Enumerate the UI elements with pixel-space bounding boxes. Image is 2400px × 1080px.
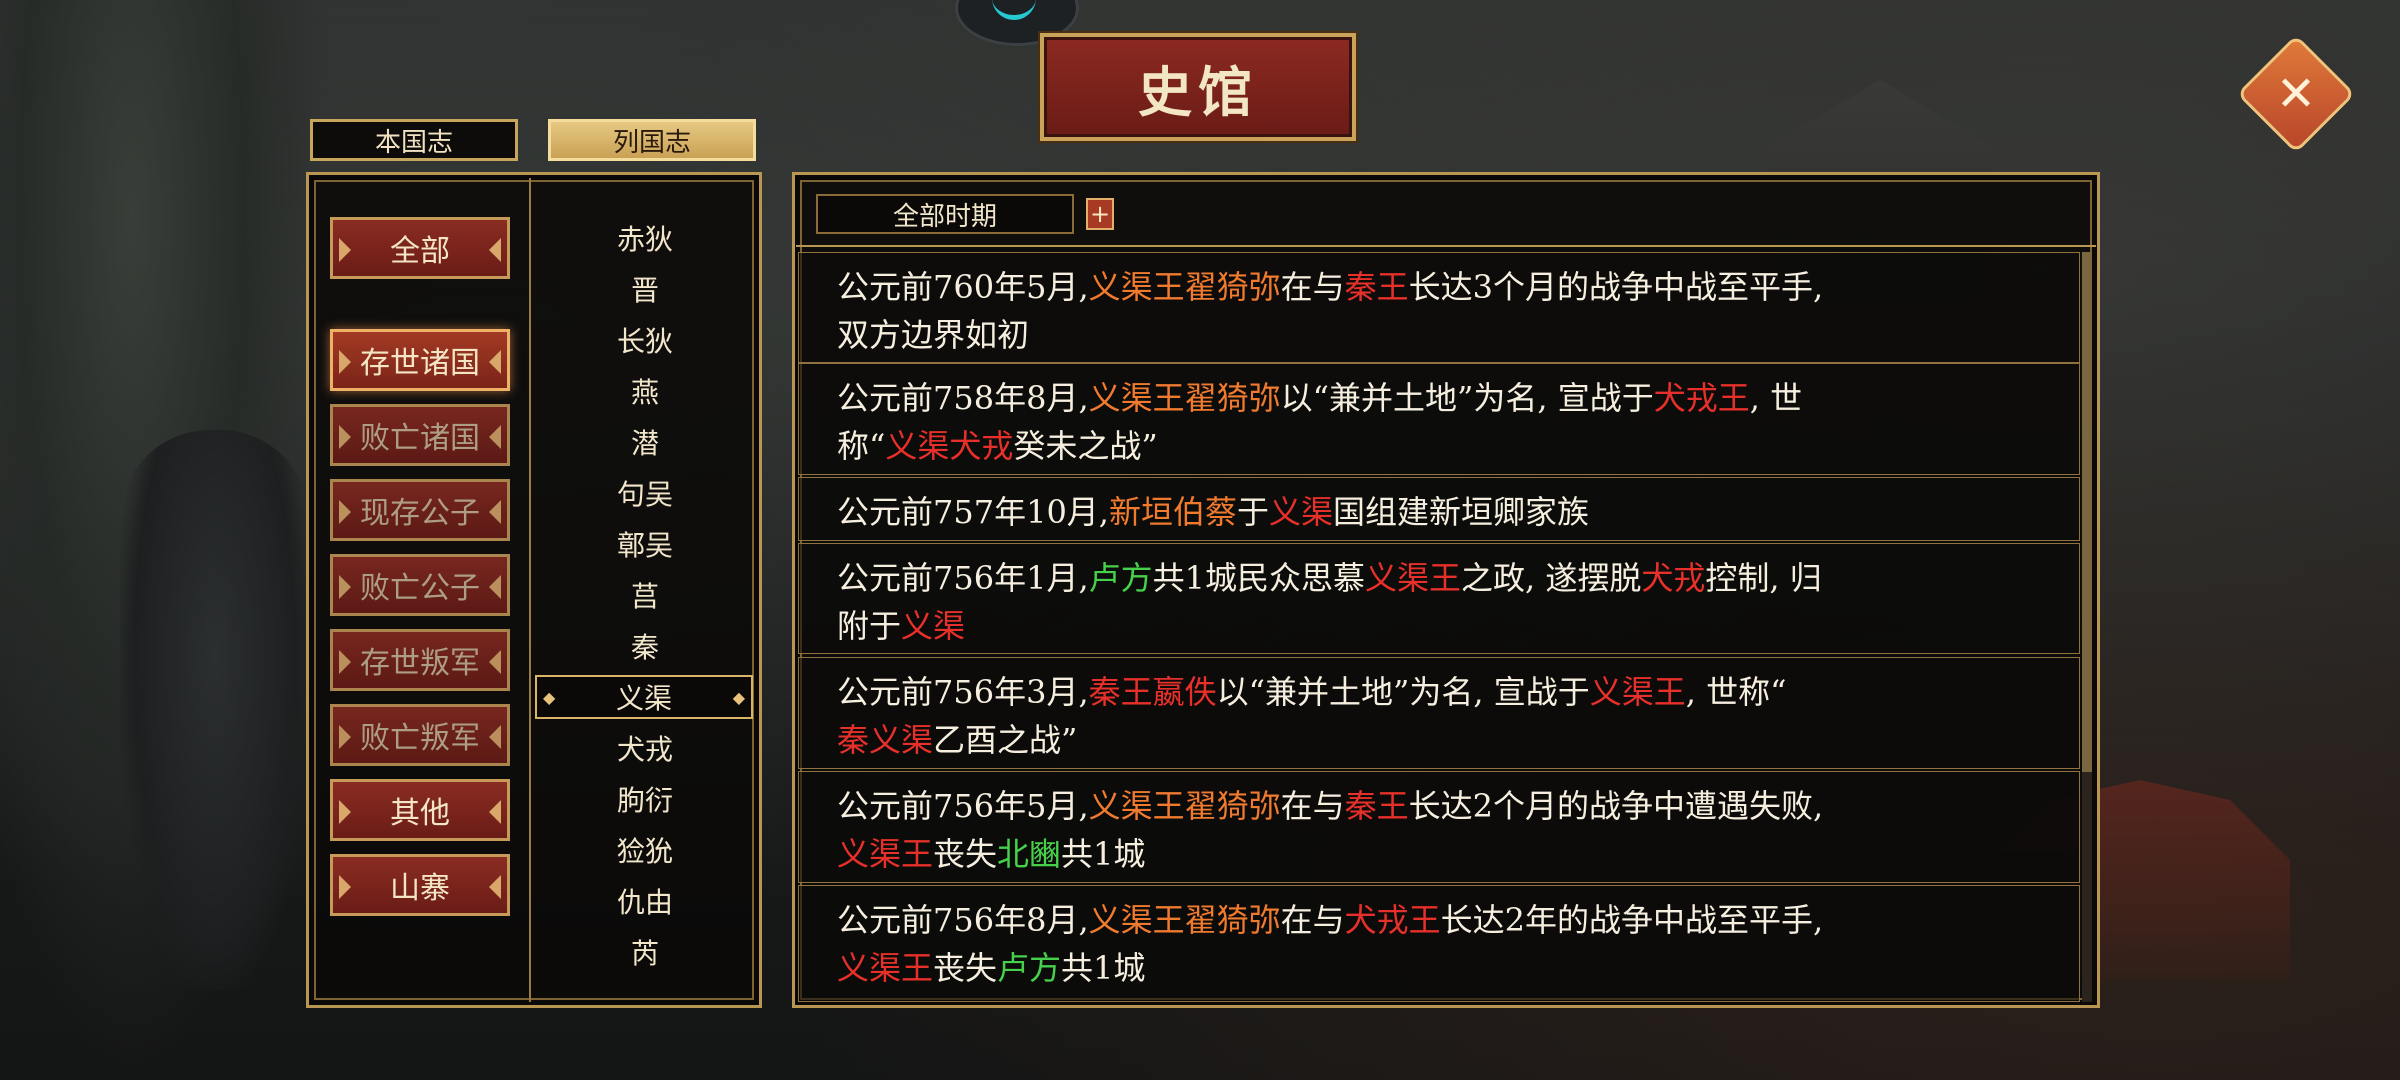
entry-text: 长达2年的战争中战至平手,: [1440, 901, 1824, 939]
country-list-item[interactable]: 义渠: [535, 675, 753, 719]
country-list-item[interactable]: 长狄: [536, 318, 754, 362]
country-list-item[interactable]: 芮: [536, 930, 754, 974]
entry-highlight[interactable]: 秦义渠: [837, 721, 933, 759]
entry-text: 国组建新垣卿家族: [1333, 493, 1590, 531]
entry-highlight[interactable]: 卢方: [997, 949, 1061, 987]
country-list-item[interactable]: 犬戎: [536, 726, 754, 770]
entry-text: 丧失: [933, 949, 998, 987]
entry-highlight[interactable]: 卢方: [1089, 559, 1153, 597]
history-entry: 公元前756年8月,义渠王翟猗弥在与犬戎王长达2年的战争中战至平手, 义渠王丧失卢…: [798, 885, 2080, 1002]
category-button[interactable]: 存世诸国: [330, 329, 510, 391]
entry-text: 在与: [1280, 787, 1345, 825]
entry-text: 公元前756年1月,: [837, 559, 1089, 597]
entry-highlight[interactable]: 新垣伯蔡: [1109, 493, 1237, 531]
entry-text: 附于: [837, 607, 902, 645]
entry-text: , 世: [1749, 379, 1803, 417]
entry-text: , 世称“: [1685, 673, 1787, 711]
history-entry: 公元前757年10月,新垣伯蔡于义渠国组建新垣卿家族: [798, 477, 2080, 541]
entry-text: 于: [1237, 493, 1270, 531]
entry-text: 在与: [1280, 901, 1345, 939]
entry-highlight[interactable]: 义渠犬戎: [885, 427, 1013, 465]
country-list-item[interactable]: 潜: [536, 420, 754, 464]
tab-foreign-history[interactable]: 列国志: [548, 119, 756, 161]
country-list-item[interactable]: 莒: [536, 573, 754, 617]
entry-text: 长达3个月的战争中战至平手,: [1408, 268, 1824, 306]
entry-text: 以“兼并土地”为名, 宣战于: [1216, 673, 1590, 711]
background-figure: [120, 430, 310, 990]
history-entry: 公元前756年3月,秦王嬴佚以“兼并土地”为名, 宣战于义渠王, 世称“ 秦义渠乙…: [798, 657, 2080, 769]
entry-text: 乙酉之战”: [933, 721, 1078, 759]
tab-domestic-history[interactable]: 本国志: [310, 119, 518, 161]
entry-text: 以“兼并土地”为名, 宣战于: [1280, 379, 1654, 417]
entry-text: 双方边界如初: [837, 316, 1030, 354]
category-button[interactable]: 其他: [330, 779, 510, 841]
category-button[interactable]: 败亡诸国: [330, 404, 510, 466]
period-filter-select[interactable]: 全部时期: [816, 194, 1074, 234]
category-button[interactable]: 败亡叛军: [330, 704, 510, 766]
entry-highlight[interactable]: 犬戎王: [1654, 379, 1750, 417]
entry-highlight[interactable]: 义渠: [901, 607, 965, 645]
country-list-item[interactable]: 仇由: [536, 879, 754, 923]
entry-highlight[interactable]: 义渠王翟猗弥: [1089, 268, 1281, 306]
category-button[interactable]: 山寨: [330, 854, 510, 916]
entry-text: 公元前760年5月,: [837, 268, 1089, 306]
entry-highlight[interactable]: 义渠王翟猗弥: [1089, 787, 1281, 825]
entry-text: 公元前757年10月,: [837, 493, 1109, 531]
entry-highlight[interactable]: 犬戎王: [1345, 901, 1441, 939]
entry-highlight[interactable]: 义渠王翟猗弥: [1089, 901, 1281, 939]
entry-text: 共1城民众思慕: [1152, 559, 1366, 597]
country-list-item[interactable]: 朐衍: [536, 777, 754, 821]
scrollbar-thumb[interactable]: [2082, 252, 2092, 772]
entry-text: 之政, 遂摆脱: [1461, 559, 1642, 597]
entry-highlight[interactable]: 义渠王: [1365, 559, 1461, 597]
panel-divider: [529, 178, 531, 1002]
page-title: 史馆: [1040, 33, 1356, 141]
entry-highlight[interactable]: 秦王: [1345, 268, 1409, 306]
entry-text: 共1城: [1061, 949, 1146, 987]
country-list-item[interactable]: 猃狁: [536, 828, 754, 872]
history-entry: 公元前760年5月,义渠王翟猗弥在与秦王长达3个月的战争中战至平手, 双方边界如初: [798, 252, 2080, 363]
entry-highlight[interactable]: 义渠王: [837, 949, 933, 987]
country-list-item[interactable]: 晋: [536, 267, 754, 311]
entry-text: 共1城: [1061, 835, 1146, 873]
country-list-item[interactable]: 赤狄: [536, 216, 754, 260]
entry-text: 公元前756年8月,: [837, 901, 1089, 939]
entry-text: 控制, 归: [1705, 559, 1822, 597]
entry-text: 公元前758年8月,: [837, 379, 1089, 417]
entry-text: 在与: [1280, 268, 1345, 306]
entry-text: 丧失: [933, 835, 998, 873]
entry-highlight[interactable]: 北豳: [997, 835, 1061, 873]
country-list-item[interactable]: 燕: [536, 369, 754, 413]
divider-line: [796, 245, 2096, 247]
entry-highlight[interactable]: 义渠王: [1590, 673, 1686, 711]
category-button[interactable]: 存世叛军: [330, 629, 510, 691]
history-entry: 公元前756年1月,卢方共1城民众思慕义渠王之政, 遂摆脱犬戎控制, 归附于义渠: [798, 543, 2080, 654]
category-button[interactable]: 现存公子: [330, 479, 510, 541]
entry-highlight[interactable]: 秦王嬴佚: [1089, 673, 1217, 711]
entry-text: 公元前756年5月,: [837, 787, 1089, 825]
entry-highlight[interactable]: 义渠王: [837, 835, 933, 873]
entry-highlight[interactable]: 犬戎: [1641, 559, 1705, 597]
country-list-item[interactable]: 句吴: [536, 471, 754, 515]
entry-highlight[interactable]: 义渠王翟猗弥: [1089, 379, 1281, 417]
entry-text: 长达2个月的战争中遭遇失败,: [1408, 787, 1824, 825]
expand-plus-icon[interactable]: +: [1086, 198, 1114, 230]
category-button[interactable]: 全部: [330, 217, 510, 279]
entry-highlight[interactable]: 义渠: [1269, 493, 1333, 531]
entry-text: 公元前756年3月,: [837, 673, 1089, 711]
entry-text: 癸未之战”: [1013, 427, 1158, 465]
close-icon[interactable]: ✕: [2254, 52, 2338, 136]
entry-highlight[interactable]: 秦王: [1345, 787, 1409, 825]
entry-text: 称“: [837, 427, 886, 465]
country-list-item[interactable]: 秦: [536, 624, 754, 668]
history-entry: 公元前758年8月,义渠王翟猗弥以“兼并土地”为名, 宣战于犬戎王, 世称“义渠…: [798, 363, 2080, 475]
category-button[interactable]: 败亡公子: [330, 554, 510, 616]
country-list-item[interactable]: 鄣吴: [536, 522, 754, 566]
history-entry: 公元前756年5月,义渠王翟猗弥在与秦王长达2个月的战争中遭遇失败, 义渠王丧失北…: [798, 771, 2080, 883]
